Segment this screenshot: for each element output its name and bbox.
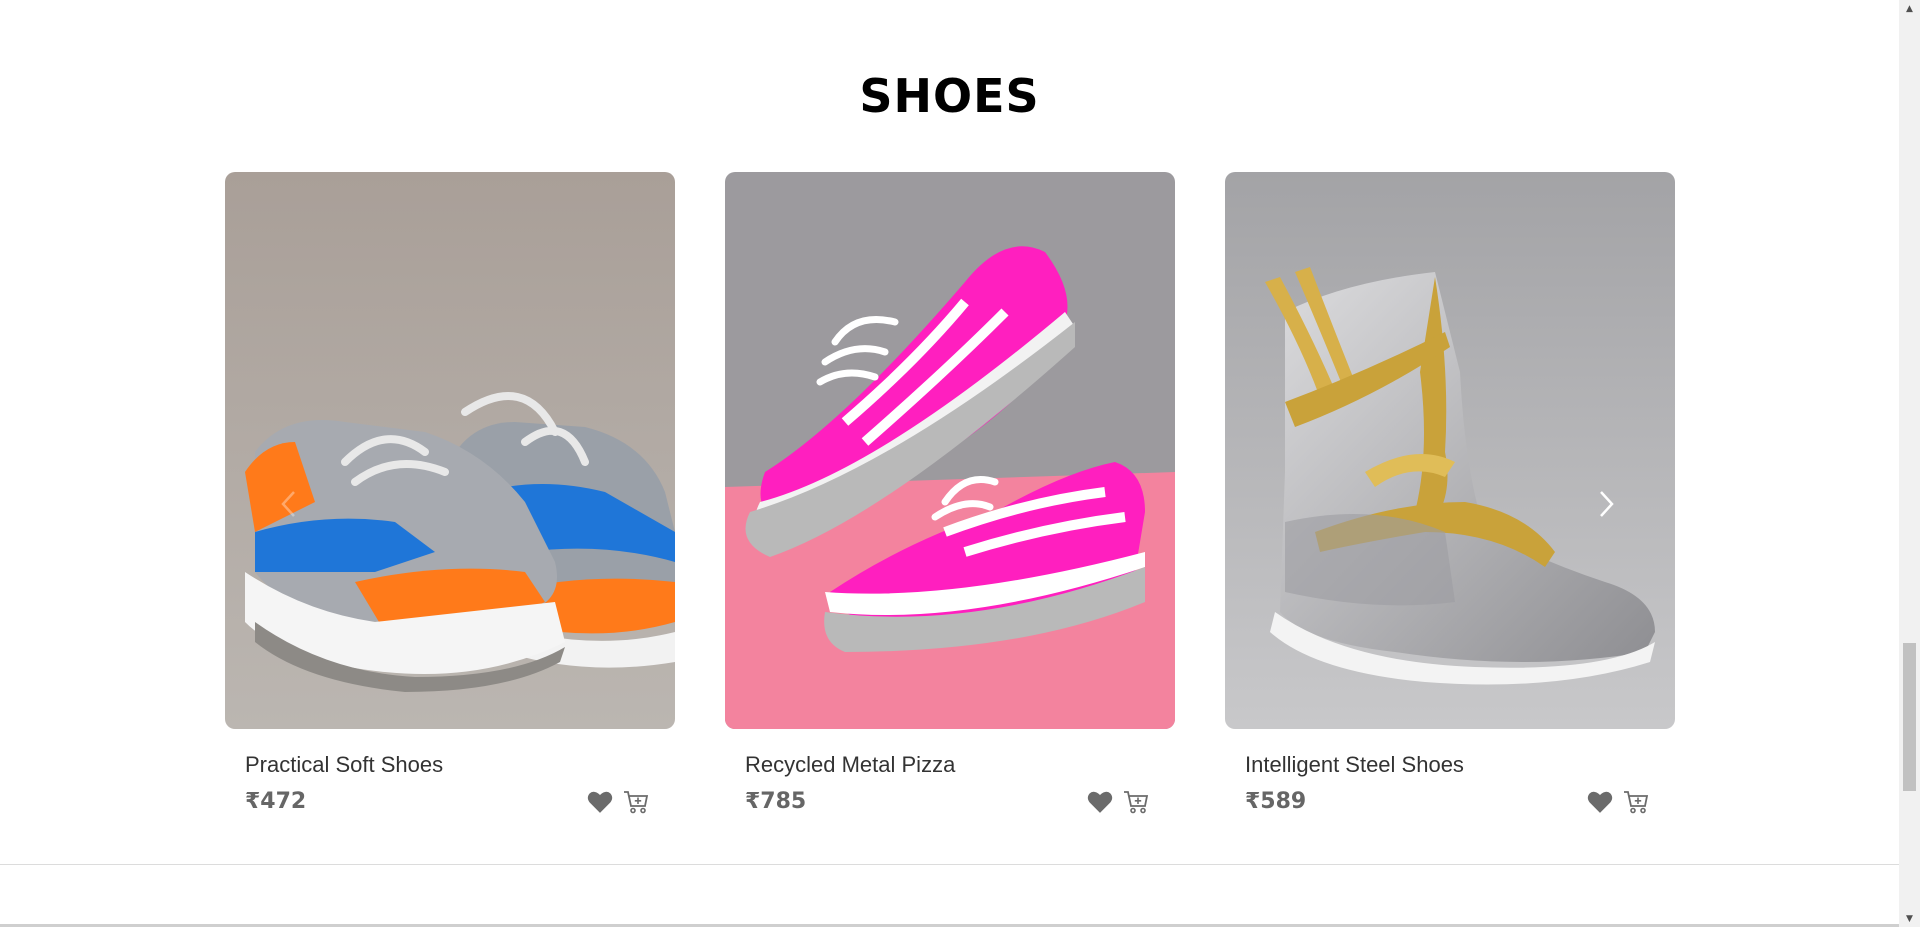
vertical-scrollbar[interactable]: ▲ ▼ [1899,0,1920,927]
product-image[interactable] [225,172,675,729]
product-card[interactable]: Recycled Metal Pizza ₹785 [725,172,1175,832]
add-to-cart-icon [624,791,649,814]
wishlist-button[interactable] [586,788,614,816]
scrollbar-thumb[interactable] [1903,643,1916,791]
section-title: SHOES [859,69,1040,123]
add-to-cart-button[interactable] [1122,788,1150,816]
product-name[interactable]: Recycled Metal Pizza [745,752,955,778]
product-carousel: Practical Soft Shoes ₹472 Recycled Metal… [225,172,1675,832]
product-price: ₹589 [1245,789,1307,814]
product-image[interactable] [1225,172,1675,729]
page: SHOES Practical Soft Shoes ₹472 Recycled… [0,0,1920,927]
product-image[interactable] [725,172,1175,729]
product-actions [1586,788,1650,816]
heart-icon [1087,791,1113,813]
wishlist-button[interactable] [1586,788,1614,816]
wishlist-button[interactable] [1086,788,1114,816]
carousel-next-button[interactable] [1586,484,1626,524]
heart-icon [1587,791,1613,813]
scroll-up-button[interactable]: ▲ [1899,0,1920,17]
add-to-cart-icon [1124,791,1149,814]
main-content: SHOES Practical Soft Shoes ₹472 Recycled… [0,0,1899,927]
chevron-right-icon [1600,491,1614,517]
add-to-cart-button[interactable] [622,788,650,816]
scroll-down-button[interactable]: ▼ [1899,910,1920,927]
section-divider [0,864,1899,865]
product-actions [1086,788,1150,816]
product-actions [586,788,650,816]
chevron-left-icon [281,491,295,517]
add-to-cart-icon [1624,791,1649,814]
product-price: ₹472 [245,789,307,814]
add-to-cart-button[interactable] [1622,788,1650,816]
product-price: ₹785 [745,789,807,814]
heart-icon [587,791,613,813]
product-name[interactable]: Practical Soft Shoes [245,752,443,778]
carousel-prev-button[interactable] [269,484,309,524]
product-name[interactable]: Intelligent Steel Shoes [1245,752,1464,778]
